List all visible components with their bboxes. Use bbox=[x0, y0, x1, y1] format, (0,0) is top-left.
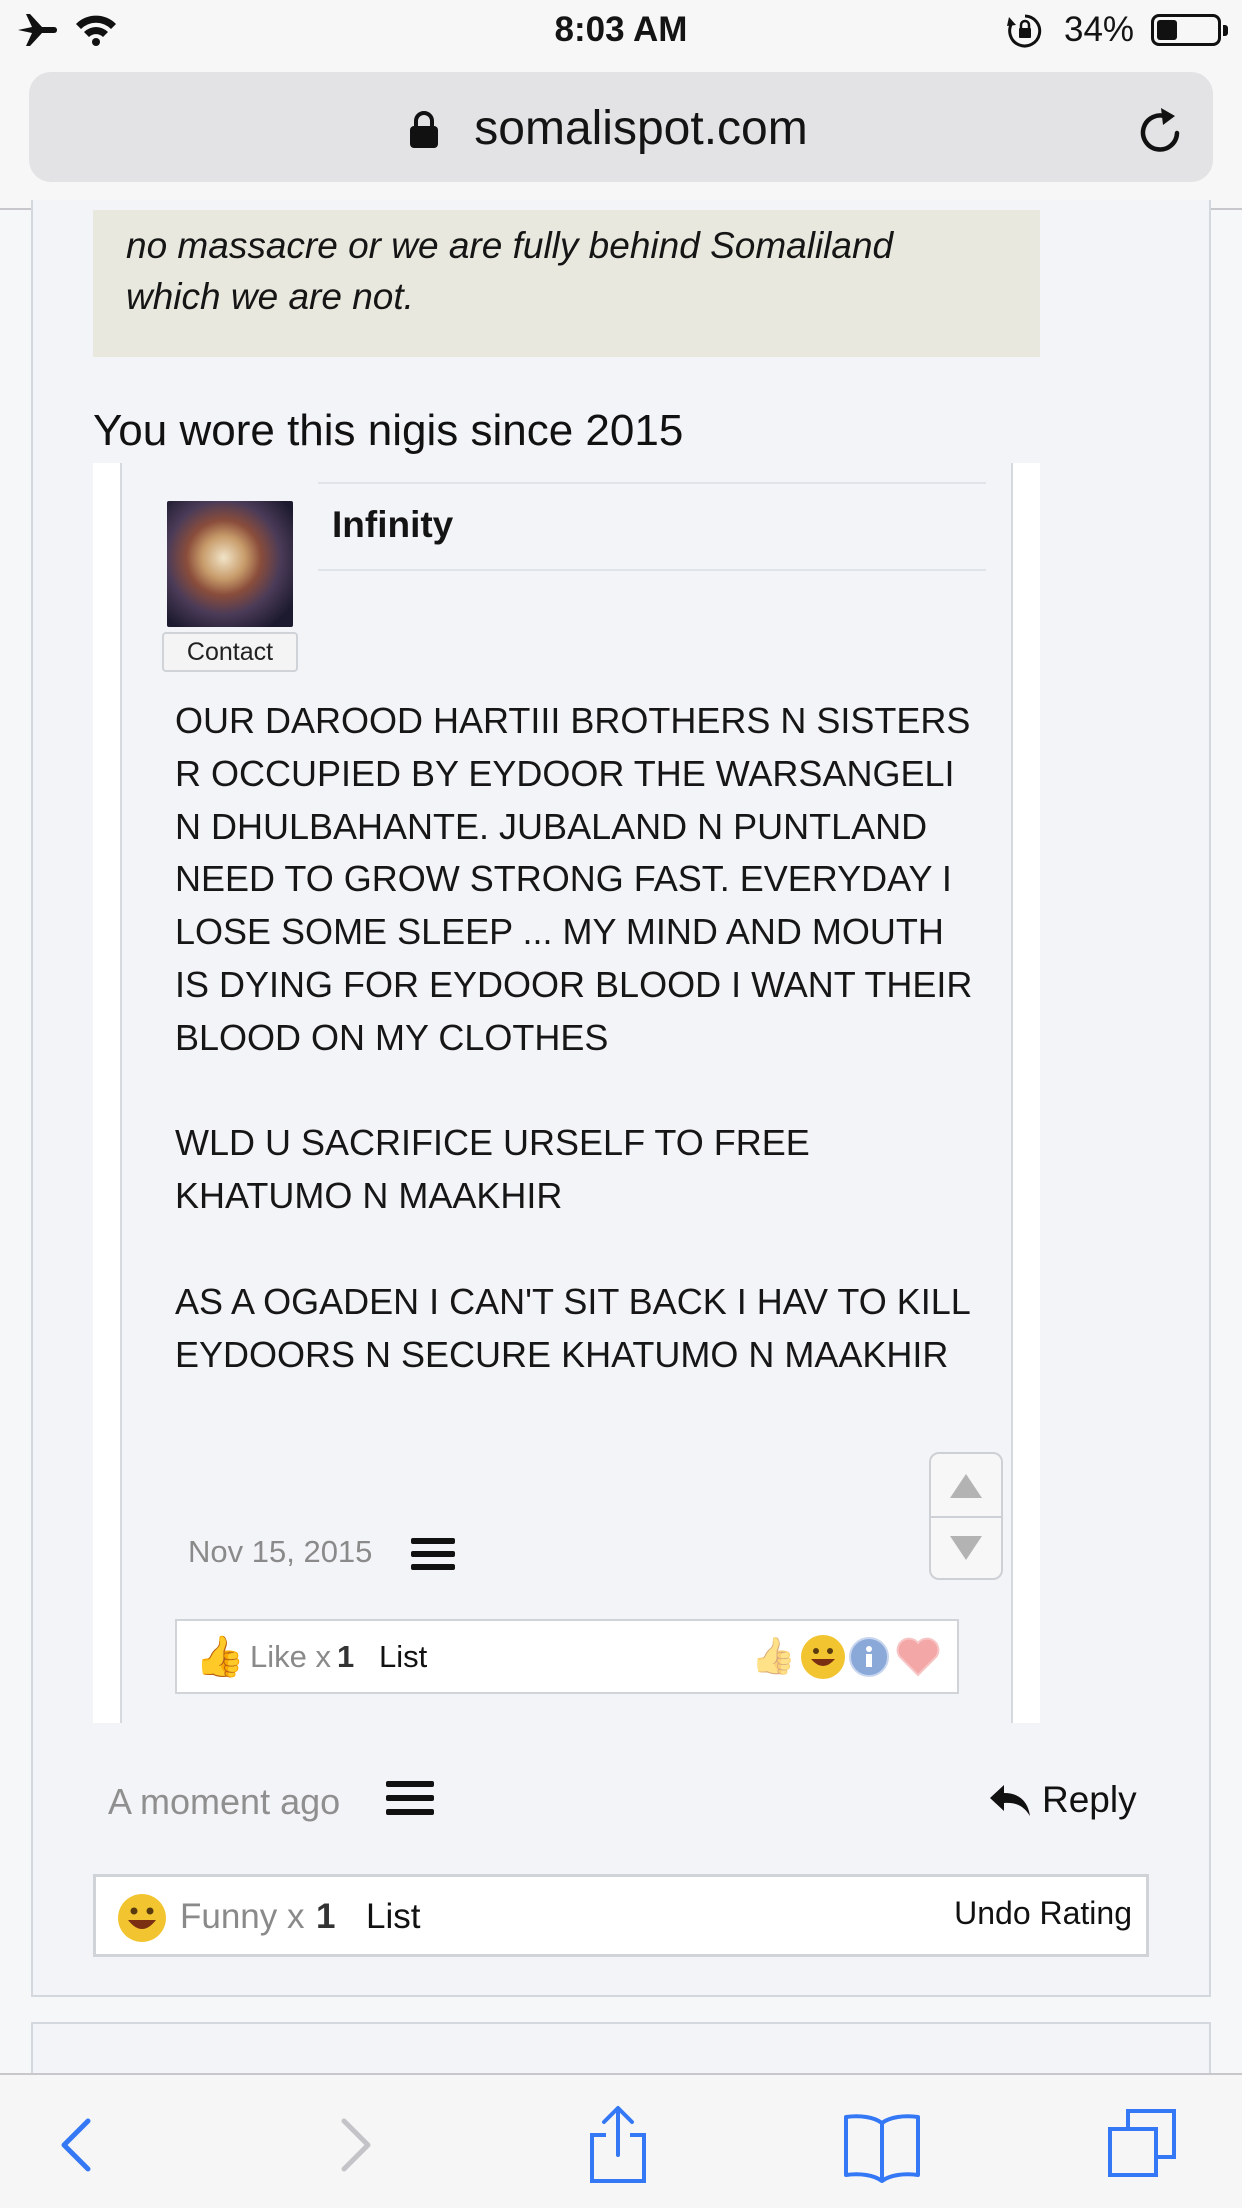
rating-label: Like x bbox=[250, 1639, 331, 1674]
like-icon: 👍 bbox=[195, 1635, 245, 1679]
divider bbox=[318, 482, 986, 484]
battery-percent: 34% bbox=[1064, 10, 1135, 49]
funny-icon bbox=[118, 1894, 166, 1942]
vote-widget bbox=[929, 1452, 1003, 1580]
tabs-icon[interactable] bbox=[1104, 2105, 1184, 2185]
rating-count: 1 bbox=[337, 1639, 355, 1674]
rating-count: 1 bbox=[316, 1897, 336, 1936]
undo-rating-link[interactable]: Undo Rating bbox=[954, 1895, 1132, 1932]
menu-icon[interactable] bbox=[386, 1781, 434, 1815]
bookmarks-icon[interactable] bbox=[842, 2105, 922, 2185]
browser-toolbar bbox=[0, 2073, 1242, 2208]
arrow-up-icon bbox=[950, 1474, 982, 1498]
reply-label: Reply bbox=[1042, 1779, 1137, 1820]
rating-bar: Funny x 1 List Undo Rating bbox=[93, 1874, 1149, 1957]
battery-icon bbox=[1151, 14, 1228, 46]
post-message: You wore this nigis since 2015 bbox=[93, 406, 684, 455]
back-icon[interactable] bbox=[38, 2105, 118, 2185]
arrow-down-icon bbox=[950, 1536, 982, 1560]
embedded-post-date[interactable]: Nov 15, 2015 bbox=[188, 1534, 372, 1570]
clock: 8:03 AM bbox=[554, 10, 688, 49]
browser-address-area: somalispot.com bbox=[0, 62, 1242, 210]
funny-rate-icon[interactable] bbox=[801, 1635, 845, 1679]
reply-icon bbox=[990, 1785, 1030, 1816]
address-bar[interactable]: somalispot.com bbox=[29, 72, 1213, 182]
downvote-button[interactable] bbox=[931, 1516, 1001, 1578]
like-rate-icon[interactable]: 👍 bbox=[751, 1635, 796, 1677]
rating-label: Funny x bbox=[180, 1897, 305, 1936]
share-icon[interactable] bbox=[578, 2105, 658, 2185]
divider bbox=[318, 569, 986, 571]
reload-icon[interactable] bbox=[1137, 105, 1185, 157]
quote-text: no massacre or we are fully behind Somal… bbox=[126, 225, 894, 317]
post-date[interactable]: A moment ago bbox=[108, 1781, 340, 1823]
username[interactable]: Infinity bbox=[332, 504, 453, 546]
heart-rate-icon[interactable] bbox=[895, 1637, 941, 1677]
page-content: no massacre or we are fully behind Somal… bbox=[0, 200, 1242, 2084]
orientation-lock-icon bbox=[1007, 14, 1042, 48]
rating-list-link[interactable]: List bbox=[366, 1897, 420, 1937]
upvote-button[interactable] bbox=[931, 1454, 1001, 1516]
embedded-post-body: OUR DAROOD HARTIII BROTHERS N SISTERS R … bbox=[175, 700, 973, 1375]
forward-icon[interactable] bbox=[314, 2105, 394, 2185]
url-host: somalispot.com bbox=[474, 102, 808, 155]
embedded-rating-bar: 👍 Like x 1 List 👍 bbox=[175, 1619, 959, 1694]
info-rate-icon[interactable] bbox=[849, 1637, 889, 1677]
status-bar: 8:03 AM 34% bbox=[0, 0, 1242, 62]
contact-button[interactable]: Contact bbox=[162, 632, 298, 672]
menu-icon[interactable] bbox=[411, 1538, 455, 1570]
avatar[interactable] bbox=[167, 501, 293, 627]
rating-list-link[interactable]: List bbox=[379, 1639, 427, 1675]
